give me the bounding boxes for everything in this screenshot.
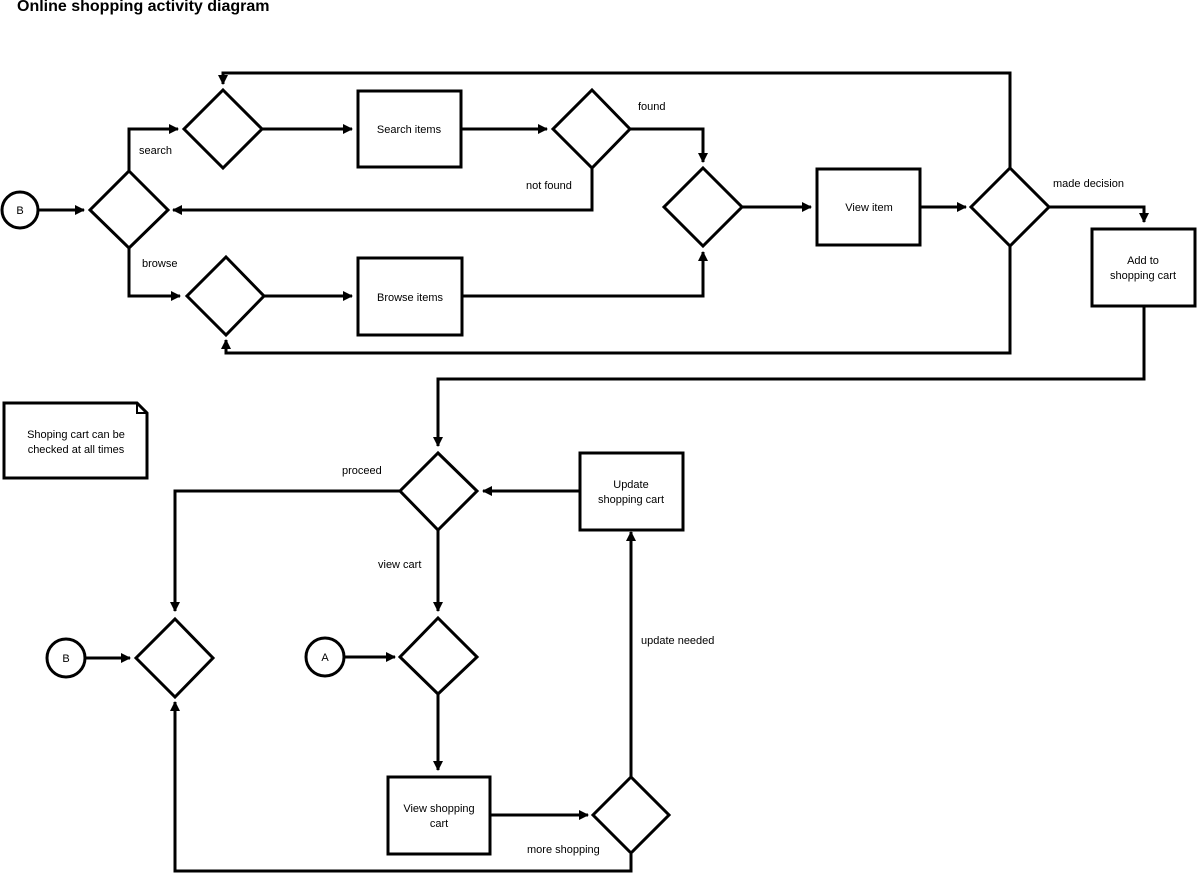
edge-browse-to-merge3	[462, 251, 708, 298]
edge-found	[630, 127, 708, 163]
activity-label-line-1: Update	[613, 479, 648, 491]
activity-label-line-1: View shopping	[403, 803, 474, 815]
edge-label-made-decision: made decision	[1053, 178, 1124, 190]
decision-search-browse[interactable]	[87, 168, 171, 251]
edge-label-update-needed: update needed	[641, 635, 714, 647]
edge-label-view-cart: view cart	[378, 559, 421, 571]
connector-label: A	[321, 652, 329, 664]
decision-update[interactable]	[590, 774, 672, 856]
decision-made[interactable]	[968, 165, 1052, 249]
connector-label: B	[16, 205, 23, 217]
activity-label-line-2: shopping cart	[598, 494, 664, 506]
activity-label-line-1: Add to	[1127, 255, 1159, 267]
activity-search-items[interactable]: Search items	[356, 89, 463, 169]
connector-label: B	[62, 653, 69, 665]
activity-box	[578, 451, 685, 532]
activity-view-item[interactable]: View item	[815, 167, 922, 247]
activity-browse-items[interactable]: Browse items	[356, 256, 464, 337]
activity-box	[1090, 227, 1197, 308]
edge-label-found: found	[638, 101, 666, 113]
merge-browse[interactable]	[184, 254, 267, 338]
merge-view[interactable]	[661, 165, 745, 249]
activity-label: View item	[845, 202, 892, 214]
edge-label-search: search	[139, 145, 172, 157]
decision-cart[interactable]	[397, 450, 480, 533]
edge-proceed	[170, 489, 401, 612]
node-a-start[interactable]: A	[304, 636, 346, 678]
activity-add-to-cart[interactable]: Add to shopping cart	[1090, 227, 1197, 308]
note: Shoping cart can be checked at all times	[2, 401, 149, 480]
merge-view-cart[interactable]	[397, 615, 480, 697]
activity-update-cart[interactable]: Update shopping cart	[578, 451, 685, 532]
edge-label-browse: browse	[142, 258, 177, 270]
edge-label-proceed: proceed	[342, 465, 382, 477]
note-line-1: Shoping cart can be	[27, 429, 125, 441]
edge-label-not-found: not found	[526, 180, 572, 192]
edge-browse	[127, 248, 181, 301]
edge-label-more-shopping: more shopping	[527, 844, 600, 856]
activity-box	[386, 775, 492, 856]
merge-proceed[interactable]	[133, 616, 216, 700]
node-b-start[interactable]: B	[0, 190, 40, 230]
activity-label: Search items	[377, 124, 442, 136]
activity-view-cart[interactable]: View shopping cart	[386, 775, 492, 856]
edge-made-decision	[1049, 205, 1149, 223]
activity-diagram: B Search items Browse items View item Ad…	[0, 71, 1197, 873]
edge-decision-to-browse-loop	[221, 246, 1012, 355]
activity-label-line-2: cart	[430, 818, 448, 830]
merge-search[interactable]	[181, 87, 265, 171]
activity-label: Browse items	[377, 292, 444, 304]
activity-label-line-2: shopping cart	[1110, 270, 1176, 282]
note-line-2: checked at all times	[28, 444, 125, 456]
node-b-end[interactable]: B	[45, 637, 87, 679]
edge-add-to-cart-down	[433, 307, 1146, 447]
decision-found[interactable]	[550, 87, 633, 171]
